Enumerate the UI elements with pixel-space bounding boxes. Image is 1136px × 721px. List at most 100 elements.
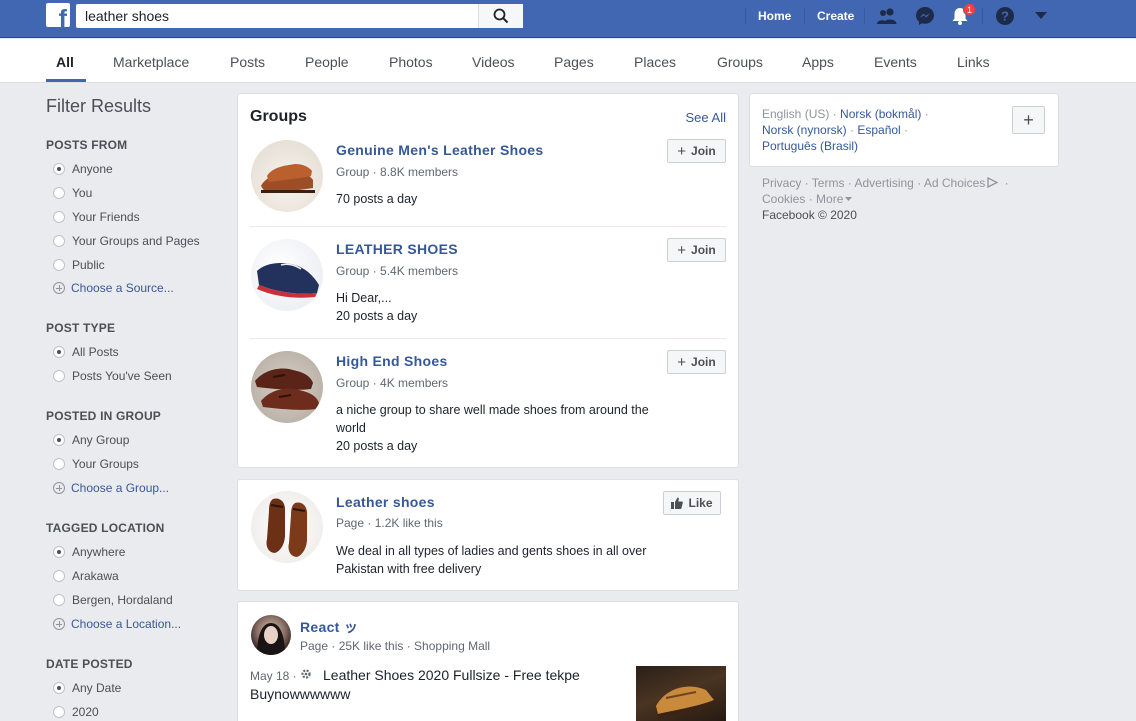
filter-option-any-date[interactable]: Any Date <box>53 681 121 695</box>
radio-icon <box>53 570 65 582</box>
footer-privacy-link[interactable]: Privacy <box>762 176 801 190</box>
filter-option-any-group[interactable]: Any Group <box>53 433 129 447</box>
thumbs-up-icon <box>671 497 684 509</box>
nav-home-link[interactable]: Home <box>758 9 791 23</box>
filter-heading-posted-in-group: POSTED IN GROUP <box>46 409 162 423</box>
current-language: English (US) <box>762 107 830 121</box>
nav-separator <box>804 8 805 24</box>
post-author-name-link[interactable]: React ッ <box>300 617 358 637</box>
choose-group-link[interactable]: Choose a Group... <box>53 481 169 495</box>
join-group-button[interactable]: + Join <box>667 350 726 374</box>
plus-circle-icon <box>53 618 65 630</box>
language-link-espanol[interactable]: Español <box>857 123 900 137</box>
tab-people[interactable]: People <box>305 54 349 70</box>
messenger-icon[interactable] <box>913 4 937 28</box>
filter-option-anyone[interactable]: Anyone <box>53 162 113 176</box>
notifications-count-badge: 1 <box>963 3 977 16</box>
plus-circle-icon <box>53 282 65 294</box>
filter-results-title: Filter Results <box>46 96 152 116</box>
tab-posts[interactable]: Posts <box>230 54 265 70</box>
search-icon <box>493 8 509 24</box>
tab-videos[interactable]: Videos <box>472 54 515 70</box>
divider <box>250 338 726 339</box>
tab-all[interactable]: All <box>56 54 74 70</box>
tab-apps[interactable]: Apps <box>802 54 834 70</box>
filter-option-all-posts[interactable]: All Posts <box>53 345 119 359</box>
footer-copyright: Facebook © 2020 <box>762 208 857 222</box>
footer-terms-link[interactable]: Terms <box>812 176 845 190</box>
filter-heading-tagged-location: TAGGED LOCATION <box>46 521 165 535</box>
tab-photos[interactable]: Photos <box>389 54 433 70</box>
footer-ad-choices-link[interactable]: Ad Choices <box>924 176 985 190</box>
language-list: English (US) · Norsk (bokmål) · Norsk (n… <box>762 107 929 153</box>
group-meta: Group · 8.8K members <box>336 165 459 179</box>
filter-heading-post-type: POST TYPE <box>46 321 116 335</box>
group-thumbnail[interactable] <box>251 351 323 423</box>
footer-more-link[interactable]: More <box>816 192 843 206</box>
language-link-norsk-bokmal[interactable]: Norsk (bokmål) <box>840 107 921 121</box>
footer-advertising-link[interactable]: Advertising <box>854 176 913 190</box>
like-page-button[interactable]: Like <box>663 491 721 515</box>
join-group-button[interactable]: + Join <box>667 139 726 163</box>
search-input[interactable] <box>76 4 476 28</box>
post-author-meta: Page · 25K like this · Shopping Mall <box>300 639 491 653</box>
tab-marketplace[interactable]: Marketplace <box>113 54 189 70</box>
tab-events[interactable]: Events <box>874 54 917 70</box>
account-menu-chevron-down-icon[interactable] <box>1029 4 1053 28</box>
language-link-portugues-brasil[interactable]: Português (Brasil) <box>762 139 858 153</box>
nav-separator <box>982 8 983 24</box>
filter-option-posts-seen[interactable]: Posts You've Seen <box>53 369 172 383</box>
filter-heading-date-posted: DATE POSTED <box>46 657 133 671</box>
filter-option-you[interactable]: You <box>53 186 92 200</box>
radio-selected-icon <box>53 682 65 694</box>
facebook-logo-icon[interactable]: f <box>46 3 70 27</box>
footer-cookies-link[interactable]: Cookies <box>762 192 805 206</box>
group-thumbnail[interactable] <box>251 140 323 212</box>
filter-option-your-friends[interactable]: Your Friends <box>53 210 140 224</box>
radio-icon <box>53 235 65 247</box>
page-thumbnail[interactable] <box>251 491 323 563</box>
filter-option-arakawa[interactable]: Arakawa <box>53 569 119 583</box>
post-author-avatar[interactable] <box>251 615 291 655</box>
choose-location-link[interactable]: Choose a Location... <box>53 617 181 631</box>
tab-links[interactable]: Links <box>957 54 990 70</box>
join-group-button[interactable]: + Join <box>667 238 726 262</box>
filter-option-your-groups[interactable]: Your Groups <box>53 457 139 471</box>
page-name-link[interactable]: Leather shoes <box>336 494 435 510</box>
radio-icon <box>53 594 65 606</box>
ad-choices-icon <box>987 176 999 189</box>
language-selector-card: English (US) · Norsk (bokmål) · Norsk (n… <box>749 93 1059 167</box>
group-thumbnail[interactable] <box>251 239 323 311</box>
group-meta: Group · 5.4K members <box>336 264 459 278</box>
page-footer: Privacy · Terms · Advertising · Ad Choic… <box>762 176 1009 222</box>
plus-circle-icon <box>53 482 65 494</box>
group-description: Hi Dear,... <box>336 291 392 305</box>
group-name-link[interactable]: LEATHER SHOES <box>336 241 458 257</box>
filter-option-bergen[interactable]: Bergen, Hordaland <box>53 593 173 607</box>
search-box <box>76 4 523 28</box>
plus-icon: + <box>677 241 687 259</box>
radio-icon <box>53 187 65 199</box>
groups-see-all-link[interactable]: See All <box>686 110 726 125</box>
tab-pages[interactable]: Pages <box>554 54 594 70</box>
tab-groups[interactable]: Groups <box>717 54 763 70</box>
search-button[interactable] <box>478 4 523 28</box>
add-language-button[interactable]: + <box>1012 106 1045 134</box>
radio-selected-icon <box>53 163 65 175</box>
choose-source-link[interactable]: Choose a Source... <box>53 281 174 295</box>
filter-option-anywhere[interactable]: Anywhere <box>53 545 125 559</box>
nav-create-link[interactable]: Create <box>817 9 854 23</box>
page-description: We deal in all types of ladies and gents… <box>336 544 647 576</box>
tab-places[interactable]: Places <box>634 54 676 70</box>
filter-option-your-groups-pages[interactable]: Your Groups and Pages <box>53 234 200 248</box>
filter-heading-posts-from: POSTS FROM <box>46 138 128 152</box>
filter-option-2020[interactable]: 2020 <box>53 705 99 719</box>
radio-selected-icon <box>53 346 65 358</box>
post-photo[interactable] <box>636 666 726 721</box>
help-icon[interactable]: ? <box>993 4 1017 28</box>
language-link-norsk-nynorsk[interactable]: Norsk (nynorsk) <box>762 123 847 137</box>
group-name-link[interactable]: High End Shoes <box>336 353 448 369</box>
filter-option-public[interactable]: Public <box>53 258 105 272</box>
friend-requests-icon[interactable] <box>875 4 899 28</box>
group-name-link[interactable]: Genuine Men's Leather Shoes <box>336 142 543 158</box>
